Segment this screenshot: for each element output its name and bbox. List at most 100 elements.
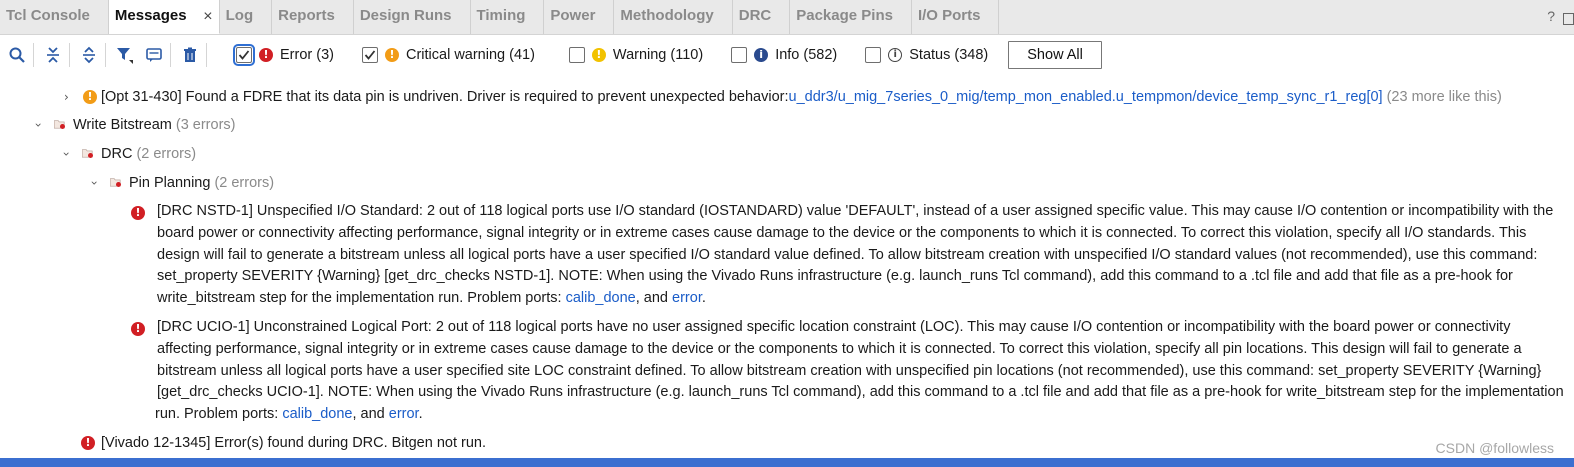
tab-label: Package Pins <box>796 7 893 24</box>
group-name: Pin Planning <box>129 175 211 191</box>
tab-messages[interactable]: Messages × <box>108 0 220 34</box>
tab-label: Log <box>225 7 254 24</box>
message-line: [DRC NSTD-1] Unspecified I/O Standard: 2… <box>157 203 1554 219</box>
group-name: DRC <box>101 146 133 162</box>
message-line: [DRC UCIO-1] Unconstrained Logical Port:… <box>157 319 1511 335</box>
group-label: DRC (2 errors) <box>101 143 196 165</box>
message-line: board power or connectivity affecting pe… <box>157 224 1527 241</box>
port-link[interactable]: calib_done <box>566 290 636 306</box>
expand-all-icon[interactable] <box>76 42 102 68</box>
tab-power[interactable]: Power <box>544 0 615 34</box>
filter-critical-warning[interactable]: ! Critical warning (41) <box>361 47 535 63</box>
group-count: (2 errors) <box>210 175 275 191</box>
filter-label: Warning (110) <box>612 47 704 63</box>
tab-label: Power <box>550 7 596 24</box>
tab-label: Timing <box>476 7 526 24</box>
collapse-all-icon[interactable] <box>40 42 66 68</box>
restore-icon[interactable] <box>1563 13 1574 25</box>
group-label: Pin Planning (2 errors) <box>129 172 274 194</box>
message-text: [Vivado 12-1345] Error(s) found during D… <box>101 435 486 451</box>
toolbar-divider <box>206 43 207 67</box>
close-icon[interactable]: × <box>203 1 212 33</box>
filter-label: Status (348) <box>909 47 989 63</box>
message-nstd-1[interactable]: [DRC NSTD-1] Unspecified I/O Standard: 2… <box>157 201 1553 310</box>
search-icon[interactable] <box>4 42 30 68</box>
tab-log[interactable]: Log <box>220 0 273 34</box>
message-text: run. Problem ports: <box>155 406 283 423</box>
more-like-this: (23 more like this) <box>1382 89 1502 105</box>
filter-label: Error (3) <box>280 47 334 63</box>
toolbar-divider <box>105 43 106 67</box>
error-icon: ! <box>131 206 145 220</box>
help-icon[interactable]: ? <box>1547 8 1555 25</box>
group-count: (3 errors) <box>171 117 236 133</box>
info-checkbox[interactable] <box>731 47 748 63</box>
filter-info[interactable]: i Info (582) <box>731 47 837 63</box>
critical-warning-checkbox[interactable] <box>361 47 378 63</box>
toolbar-divider <box>33 43 34 67</box>
message-text: . <box>701 290 706 307</box>
tab-package-pins[interactable]: Package Pins <box>790 0 912 34</box>
status-bar <box>0 458 1574 467</box>
tab-design-runs[interactable]: Design Runs <box>354 0 471 34</box>
message-line: bitstream unless all logical ports have … <box>157 362 1542 379</box>
message-line: affecting performance, signal integrity … <box>157 340 1522 357</box>
toolbar-divider <box>69 43 70 67</box>
filter-status[interactable]: i Status (348) <box>865 47 988 63</box>
chevron-down-icon[interactable]: › <box>27 123 49 128</box>
tab-timing[interactable]: Timing <box>471 0 545 34</box>
port-link[interactable]: calib_done <box>282 406 352 422</box>
filter-error[interactable]: ! Error (3) <box>233 44 334 66</box>
message-line: run. Problem ports: calib_done, and erro… <box>155 404 1564 426</box>
message-link[interactable]: u_ddr3/u_mig_7series_0_mig/temp_mon_enab… <box>789 89 1383 105</box>
chevron-right-icon[interactable]: › <box>64 86 69 108</box>
filter-label: Info (582) <box>775 47 838 63</box>
error-icon: ! <box>259 48 273 62</box>
tab-drc[interactable]: DRC <box>733 0 791 34</box>
status-checkbox[interactable] <box>865 47 882 63</box>
tab-label: Design Runs <box>359 7 452 24</box>
folder-error-icon <box>54 120 65 129</box>
message-line: design will fail to generate a bitstream… <box>157 246 1538 263</box>
critical-warning-icon: ! <box>384 48 399 62</box>
delete-icon[interactable] <box>177 42 203 68</box>
warning-checkbox[interactable] <box>568 47 585 63</box>
tab-bar: Tcl Console Messages × Log Reports Desig… <box>0 0 1574 35</box>
message-text: . <box>418 406 423 423</box>
filter-label: Critical warning (41) <box>405 47 535 63</box>
toolbar-divider <box>170 43 171 67</box>
critical-warning-icon: ! <box>83 90 97 104</box>
error-icon: ! <box>81 436 95 450</box>
message-text: [Opt 31-430] Found a FDRE that its data … <box>101 86 1502 108</box>
info-icon: i <box>754 48 769 62</box>
tab-io-ports[interactable]: I/O Ports <box>912 0 1000 34</box>
status-icon: i <box>888 48 903 62</box>
tab-label: I/O Ports <box>917 7 981 24</box>
folder-error-icon <box>82 149 93 158</box>
port-link[interactable]: error <box>672 290 702 306</box>
window-controls: ? <box>1547 8 1574 25</box>
error-icon: ! <box>131 322 145 336</box>
tab-methodology[interactable]: Methodology <box>614 0 733 34</box>
tab-label: Tcl Console <box>6 7 90 24</box>
group-label: Write Bitstream (3 errors) <box>73 114 236 136</box>
show-all-button[interactable]: Show All <box>1008 41 1102 69</box>
filter-icon[interactable] <box>112 42 138 68</box>
chevron-down-icon[interactable]: › <box>83 181 105 186</box>
group-name: Write Bitstream <box>73 117 172 133</box>
port-link[interactable]: error <box>389 406 419 422</box>
message-text: write_bitstream step for the implementat… <box>157 290 566 307</box>
watermark: CSDN @followless <box>1435 440 1554 456</box>
filter-warning[interactable]: ! Warning (110) <box>568 47 704 63</box>
message-line: set_property SEVERITY {Warning} [get_drc… <box>157 268 1513 285</box>
error-checkbox[interactable] <box>233 44 255 66</box>
messages-toolbar: ! Error (3) ! Critical warning (41) ! Wa… <box>0 35 1574 75</box>
message-ucio-1[interactable]: [DRC UCIO-1] Unconstrained Logical Port:… <box>155 317 1564 426</box>
chevron-down-icon[interactable]: › <box>55 152 77 157</box>
tab-reports[interactable]: Reports <box>272 0 354 34</box>
message-line: write_bitstream step for the implementat… <box>157 288 1553 310</box>
tab-label: Reports <box>278 7 335 24</box>
warning-icon: ! <box>591 48 606 62</box>
tab-tcl-console[interactable]: Tcl Console <box>0 0 109 34</box>
group-icon[interactable] <box>141 42 167 68</box>
